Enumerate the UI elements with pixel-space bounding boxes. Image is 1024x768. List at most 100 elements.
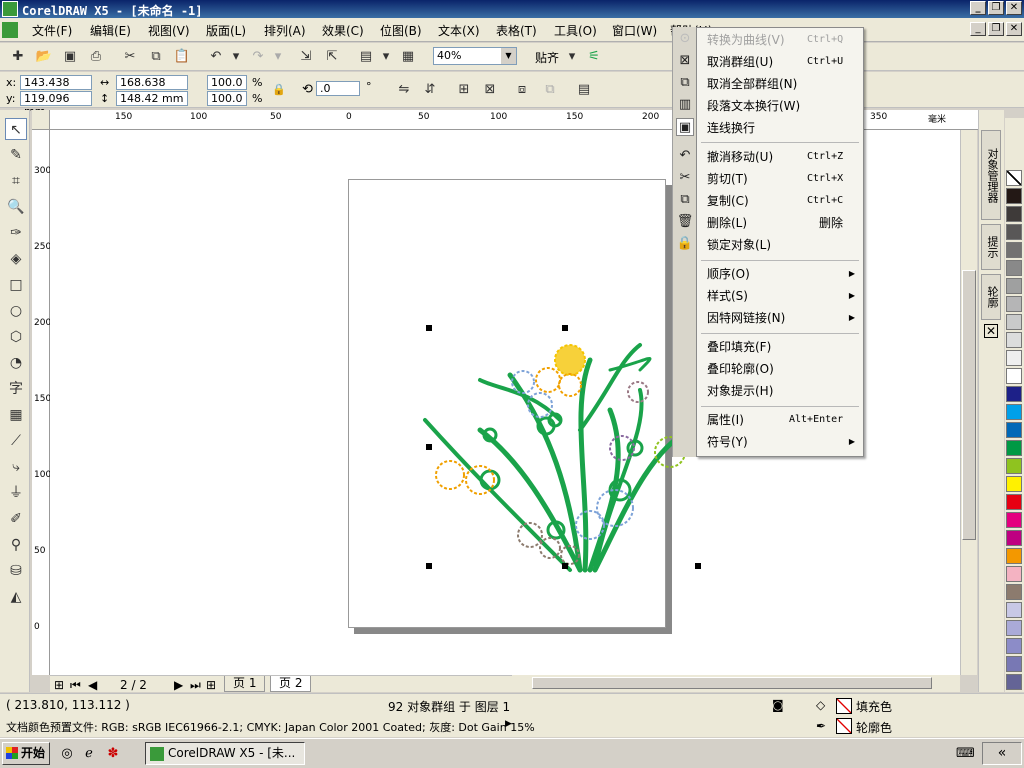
- palette-swatch[interactable]: [1006, 476, 1022, 492]
- rectangle-tool-icon[interactable]: □: [5, 274, 27, 296]
- palette-swatch[interactable]: [1006, 332, 1022, 348]
- width-field[interactable]: 168.638 mm: [116, 75, 188, 102]
- mirror-vertical-icon[interactable]: ⇵: [420, 80, 440, 100]
- mirror-horizontal-icon[interactable]: ⇋: [394, 80, 414, 100]
- freehand-tool-icon[interactable]: ✑: [5, 222, 27, 244]
- ctx-ungroup-all[interactable]: 取消全部群组(N): [697, 73, 863, 95]
- options-icon[interactable]: ⚟: [584, 47, 604, 67]
- import-icon[interactable]: ⇲: [296, 47, 316, 67]
- chevron-down-icon[interactable]: ▼: [501, 48, 516, 64]
- add-page-icon[interactable]: ⊞: [54, 678, 64, 692]
- group-icon[interactable]: ⊞: [454, 80, 474, 100]
- outline-tool-icon[interactable]: ⚲: [5, 534, 27, 556]
- ctx-symbol[interactable]: 符号(Y) ▶: [697, 431, 863, 453]
- next-page-icon[interactable]: ▶: [174, 678, 183, 692]
- ctx-ungroup[interactable]: 取消群组(U) Ctrl+U: [697, 51, 863, 73]
- ruler-origin[interactable]: [32, 110, 50, 130]
- snap-arrow-icon[interactable]: ▾: [562, 47, 582, 67]
- copy-icon[interactable]: ⧉: [146, 47, 166, 67]
- palette-swatch[interactable]: [1006, 404, 1022, 420]
- palette-swatch[interactable]: [1006, 530, 1022, 546]
- vertical-scroll-thumb[interactable]: [962, 270, 976, 540]
- menu-tools[interactable]: 工具(O): [554, 22, 597, 39]
- menu-window[interactable]: 窗口(W): [612, 22, 657, 39]
- doc-minimize-button[interactable]: _: [970, 22, 986, 36]
- x-position-field[interactable]: 143.438 mm: [20, 75, 92, 102]
- taskbar-coreldraw-task[interactable]: CorelDRAW X5 - [未...: [145, 742, 305, 765]
- palette-swatch[interactable]: [1006, 422, 1022, 438]
- restore-button[interactable]: ❐: [988, 1, 1004, 15]
- ctx-wrap-line[interactable]: 连线换行: [697, 117, 863, 139]
- ctx-order[interactable]: 顺序(O) ▶: [697, 263, 863, 285]
- lock-ratio-icon[interactable]: 🔒: [272, 83, 286, 96]
- welcome-screen-icon[interactable]: ▦: [398, 47, 418, 67]
- palette-swatch[interactable]: [1006, 368, 1022, 384]
- palette-swatch[interactable]: [1006, 224, 1022, 240]
- interactive-fill-icon[interactable]: ◭: [5, 586, 27, 608]
- menu-text[interactable]: 文本(X): [438, 22, 480, 39]
- ctx-internet-link[interactable]: 因特网链接(N) ▶: [697, 307, 863, 329]
- palette-swatch[interactable]: [1006, 566, 1022, 582]
- selection-handle[interactable]: [426, 325, 432, 331]
- document-info-icon[interactable]: ◙: [772, 698, 784, 712]
- cut-icon[interactable]: ✂: [120, 47, 140, 67]
- menu-table[interactable]: 表格(T): [496, 22, 537, 39]
- zoom-level-combo[interactable]: 40% ▼: [433, 47, 517, 65]
- minimize-button[interactable]: _: [970, 1, 986, 15]
- palette-swatch[interactable]: [1006, 188, 1022, 204]
- open-icon[interactable]: 📂: [34, 47, 54, 67]
- page-tab-2[interactable]: 页 2: [270, 676, 312, 692]
- palette-swatch[interactable]: [1006, 512, 1022, 528]
- last-page-icon[interactable]: ⏭: [190, 678, 201, 693]
- text-tool-icon[interactable]: 字: [5, 378, 27, 400]
- quicklaunch-ie-icon[interactable]: ℯ: [80, 745, 98, 763]
- ctx-overprint-fill[interactable]: 叠印填充(F): [697, 336, 863, 358]
- basic-shapes-icon[interactable]: ◔: [5, 352, 27, 374]
- ellipse-tool-icon[interactable]: ○: [5, 300, 27, 322]
- menu-layout[interactable]: 版面(L): [206, 22, 246, 39]
- palette-swatch[interactable]: [1006, 242, 1022, 258]
- doc-close-button[interactable]: ✕: [1006, 22, 1022, 36]
- palette-swatch[interactable]: [1006, 296, 1022, 312]
- zoom-tool-icon[interactable]: 🔍: [5, 196, 27, 218]
- y-position-field[interactable]: 119.096 mm: [20, 91, 92, 118]
- menu-arrange[interactable]: 排列(A): [264, 22, 306, 39]
- palette-swatch[interactable]: [1006, 314, 1022, 330]
- export-icon[interactable]: ⇱: [322, 47, 342, 67]
- ctx-lock-object[interactable]: 锁定对象(L): [697, 234, 863, 256]
- save-icon[interactable]: ▣: [60, 47, 80, 67]
- palette-swatch[interactable]: [1006, 206, 1022, 222]
- menu-file[interactable]: 文件(F): [32, 22, 72, 39]
- ctx-convert-to-curves[interactable]: 转换为曲线(V) Ctrl+Q: [697, 29, 863, 51]
- palette-swatch[interactable]: [1006, 494, 1022, 510]
- palette-swatch[interactable]: [1006, 386, 1022, 402]
- palette-swatch[interactable]: [1006, 548, 1022, 564]
- paste-icon[interactable]: 📋: [172, 47, 192, 67]
- scale-x-field[interactable]: 100.0: [207, 75, 247, 90]
- blend-tool-icon[interactable]: ⏚: [5, 482, 27, 504]
- ctx-cut[interactable]: 剪切(T) Ctrl+X: [697, 168, 863, 190]
- app-launcher-icon[interactable]: ▤: [356, 47, 376, 67]
- selection-handle[interactable]: [562, 325, 568, 331]
- color-profile-info[interactable]: 文档颜色预置文件: RGB: sRGB IEC61966-2.1; CMYK: …: [6, 719, 535, 735]
- combine-icon[interactable]: ⧈: [512, 80, 532, 100]
- eyedropper-tool-icon[interactable]: ✐: [5, 508, 27, 530]
- no-color-swatch[interactable]: [1006, 170, 1022, 186]
- connector-tool-icon[interactable]: ⤷: [5, 456, 27, 478]
- palette-swatch[interactable]: [1006, 656, 1022, 672]
- prev-page-icon[interactable]: ◀: [88, 678, 97, 692]
- palette-swatch[interactable]: [1006, 638, 1022, 654]
- start-button[interactable]: 开始: [2, 742, 50, 765]
- vertical-scrollbar[interactable]: [960, 130, 977, 675]
- undo-dropdown-icon[interactable]: ▾: [226, 47, 246, 67]
- ctx-undo-move[interactable]: 撤消移动(U) Ctrl+Z: [697, 146, 863, 168]
- selection-handle[interactable]: [695, 563, 701, 569]
- palette-swatch[interactable]: [1006, 584, 1022, 600]
- polygon-tool-icon[interactable]: ⬡: [5, 326, 27, 348]
- menu-bitmaps[interactable]: 位图(B): [380, 22, 422, 39]
- scale-y-field[interactable]: 100.0: [207, 91, 247, 106]
- add-page-after-icon[interactable]: ⊞: [206, 678, 216, 692]
- fill-tool-icon[interactable]: ⛁: [5, 560, 27, 582]
- palette-swatch[interactable]: [1006, 278, 1022, 294]
- palette-swatch[interactable]: [1006, 458, 1022, 474]
